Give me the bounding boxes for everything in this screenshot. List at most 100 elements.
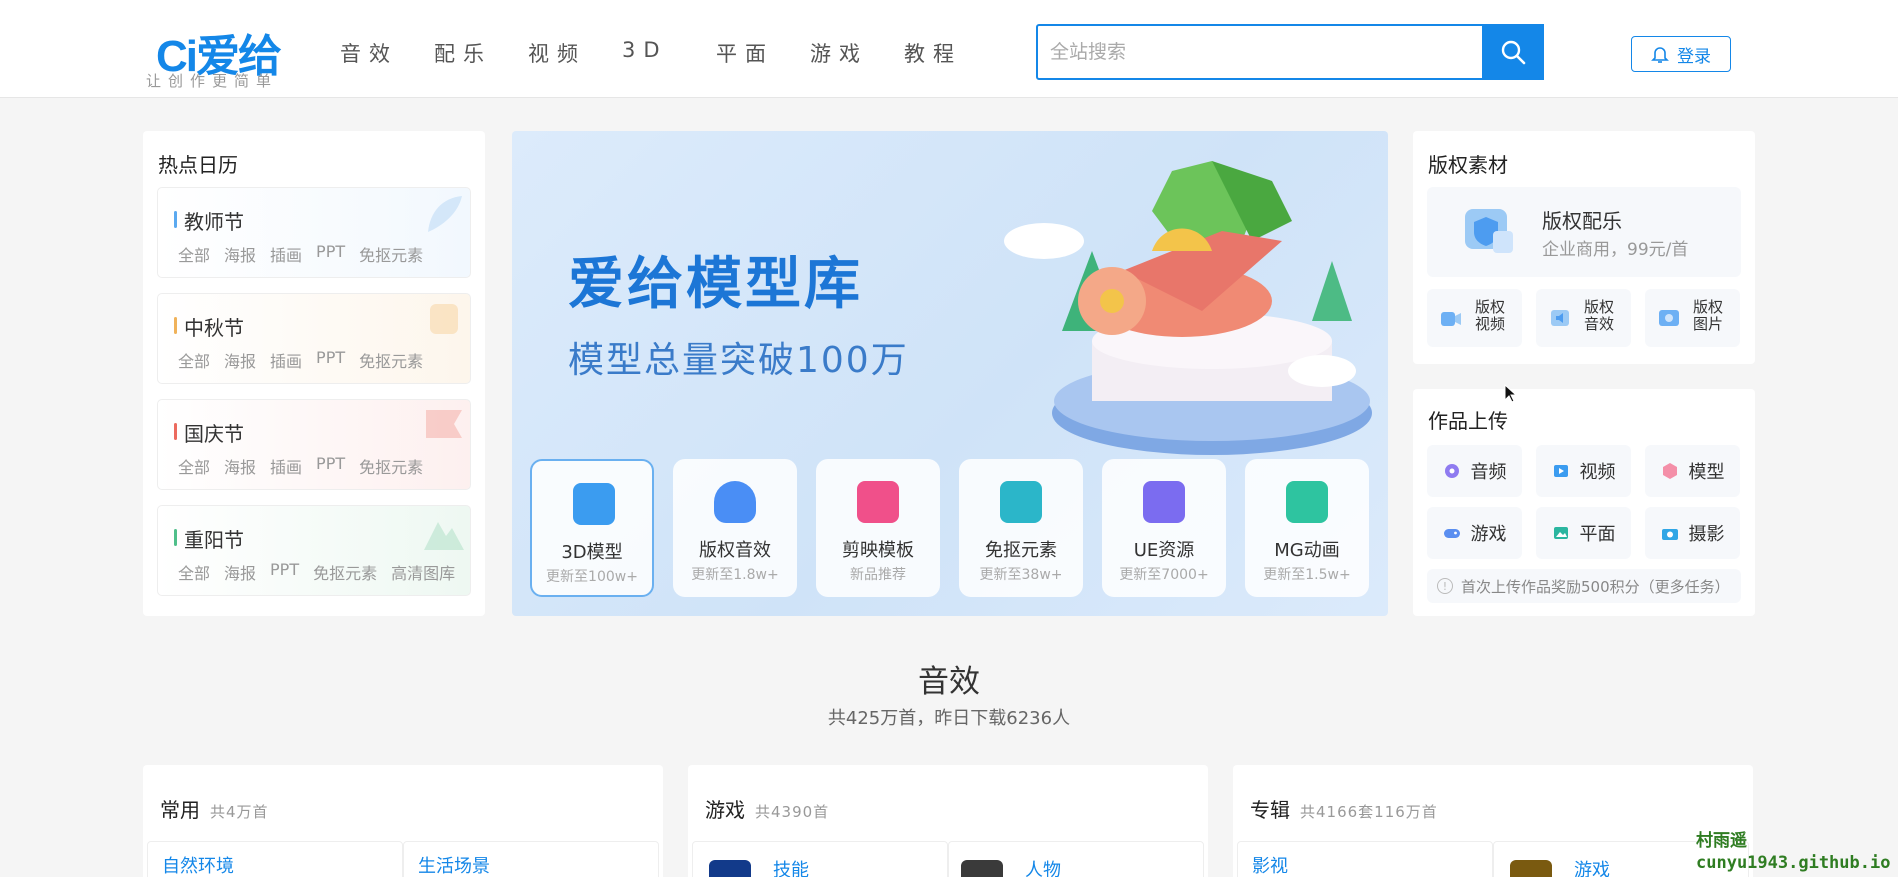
category-name: UE资源 <box>1133 540 1195 561</box>
tag-link[interactable]: 插画 <box>270 242 302 266</box>
upload-model-label: 模型 <box>1688 462 1725 483</box>
copyright-music-link[interactable]: 版权配乐 企业商用，99元/首 <box>1427 187 1741 277</box>
panel-header: 专辑 共4166套116万首 <box>1250 798 1438 822</box>
upload-graphic-button[interactable]: 平面 <box>1536 507 1631 559</box>
tag-link[interactable]: 全部 <box>178 560 210 584</box>
upload-model-button[interactable]: 模型 <box>1645 445 1740 497</box>
category-3d-model[interactable]: 3D模型 更新至100w+ <box>530 459 654 597</box>
logo-slogan: 让创作更简单 <box>146 72 279 90</box>
category-name: 免抠元素 <box>985 540 1057 561</box>
shield-music-icon <box>1465 209 1513 253</box>
camera-icon <box>1661 529 1678 540</box>
panel-header: 常用 共4万首 <box>160 798 269 822</box>
calendar-item-mid-autumn[interactable]: 中秋节 全部 海报 插画 PPT 免抠元素 <box>157 293 471 384</box>
tag-link[interactable]: 海报 <box>224 560 256 584</box>
gamepad-icon <box>1443 529 1460 538</box>
tag-link[interactable]: 免抠元素 <box>359 454 423 478</box>
search-icon <box>1501 40 1526 65</box>
calendar-item-national-day[interactable]: 国庆节 全部 海报 插画 PPT 免抠元素 <box>157 399 471 490</box>
upload-audio-button[interactable]: 音频 <box>1427 445 1522 497</box>
tag-link[interactable]: 高清图库 <box>391 560 455 584</box>
login-button[interactable]: 登录 <box>1631 36 1731 72</box>
play-screen-icon <box>1286 481 1328 523</box>
upload-reward-tip[interactable]: ! 首次上传作品奖励500积分（更多任务） <box>1427 569 1741 603</box>
copyright-music-price: 企业商用，99元/首 <box>1542 240 1689 260</box>
section-title: 音效 <box>918 664 980 700</box>
category-copyright-sound[interactable]: 版权音效 更新至1.8w+ <box>673 459 797 597</box>
nav-item-sound[interactable]: 音效 <box>340 38 434 68</box>
panel-album: 专辑 共4166套116万首 影视 游戏 <box>1233 765 1753 877</box>
category-sub: 更新至1.5w+ <box>1263 567 1351 583</box>
list-item[interactable]: 自然环境 <box>147 841 403 877</box>
mouse-cursor-icon <box>1504 384 1518 403</box>
calendar-item-name: 中秋节 <box>174 312 244 341</box>
tag-link[interactable]: PPT <box>316 348 345 372</box>
copyright-image-link[interactable]: 版权 图片 <box>1645 289 1740 347</box>
upload-video-button[interactable]: 视频 <box>1536 445 1631 497</box>
search-button[interactable] <box>1482 24 1544 80</box>
copyright-video-link[interactable]: 版权 视频 <box>1427 289 1522 347</box>
calendar-tags: 全部 海报 插画 PPT 免抠元素 <box>178 242 423 266</box>
search-input[interactable] <box>1038 26 1482 78</box>
category-sub: 更新至1.8w+ <box>691 567 779 583</box>
tag-link[interactable]: 全部 <box>178 454 210 478</box>
list-item[interactable]: 生活场景 <box>403 841 659 877</box>
tag-link[interactable]: 免抠元素 <box>313 560 377 584</box>
image-icon <box>1000 481 1042 523</box>
tag-link[interactable]: 全部 <box>178 348 210 372</box>
upload-tip-text: 首次上传作品奖励500积分（更多任务） <box>1461 577 1730 596</box>
upload-photo-button[interactable]: 摄影 <box>1645 507 1740 559</box>
category-cutout-elements[interactable]: 免抠元素 更新至38w+ <box>959 459 1083 597</box>
category-capcut-template[interactable]: 剪映模板 新品推荐 <box>816 459 940 597</box>
tag-link[interactable]: 海报 <box>224 454 256 478</box>
tag-link[interactable]: 插画 <box>270 348 302 372</box>
copyright-image-label: 版权 图片 <box>1693 298 1724 333</box>
tag-link[interactable]: PPT <box>270 560 299 584</box>
nav-item-tutorial[interactable]: 教程 <box>904 38 998 68</box>
tag-link[interactable]: 插画 <box>270 454 302 478</box>
category-ue-resources[interactable]: UE资源 更新至7000+ <box>1102 459 1226 597</box>
tag-link[interactable]: 免抠元素 <box>359 348 423 372</box>
calendar-tags: 全部 海报 插画 PPT 免抠元素 <box>178 454 423 478</box>
upload-photo-label: 摄影 <box>1688 524 1725 545</box>
speaker-shield-icon <box>714 481 756 523</box>
category-name: 版权音效 <box>699 540 771 561</box>
site-logo[interactable]: Ci爱给 让创作更简单 <box>146 18 296 92</box>
tag-link[interactable]: 全部 <box>178 242 210 266</box>
category-mg-animation[interactable]: MG动画 更新至1.5w+ <box>1245 459 1369 597</box>
login-label: 登录 <box>1677 46 1711 67</box>
category-sub: 新品推荐 <box>850 567 906 583</box>
copyright-card: 版权素材 版权配乐 企业商用，99元/首 版权 视频 版权 音效 版权 图片 <box>1413 131 1755 364</box>
hero-banner[interactable]: 爱给模型库 模型总量突破100万 3D模型 更新至100w+ 版权音效 更新至1… <box>512 131 1388 616</box>
video-icon <box>1441 312 1461 326</box>
hot-calendar-card: 热点日历 教师节 全部 海报 插画 PPT 免抠元素 中秋节 全部 海报 插画 … <box>143 131 485 616</box>
nav-item-game[interactable]: 游戏 <box>810 38 904 68</box>
list-item[interactable]: 影视 <box>1237 841 1493 877</box>
copyright-sound-link[interactable]: 版权 音效 <box>1536 289 1631 347</box>
list-item-label: 游戏 <box>1574 860 1610 877</box>
mountain-icon <box>424 522 464 550</box>
section-subtitle: 共425万首，昨日下载6236人 <box>827 708 1071 729</box>
calendar-item-name: 教师节 <box>174 206 244 235</box>
nav-item-graphic[interactable]: 平面 <box>716 38 810 68</box>
calendar-tags: 全部 海报 PPT 免抠元素 高清图库 <box>178 560 455 584</box>
upload-game-button[interactable]: 游戏 <box>1427 507 1522 559</box>
calendar-tags: 全部 海报 插画 PPT 免抠元素 <box>178 348 423 372</box>
tag-link[interactable]: PPT <box>316 454 345 478</box>
calendar-item-teachers-day[interactable]: 教师节 全部 海报 插画 PPT 免抠元素 <box>157 187 471 278</box>
list-item[interactable]: 技能 <box>692 841 948 877</box>
tag-link[interactable]: PPT <box>316 242 345 266</box>
flag-icon <box>426 410 462 438</box>
nav-item-video[interactable]: 视频 <box>528 38 622 68</box>
tag-link[interactable]: 海报 <box>224 348 256 372</box>
nav-item-3d[interactable]: 3D <box>622 38 716 68</box>
video-icon <box>1553 465 1568 477</box>
list-item-label: 人物 <box>1025 860 1061 877</box>
calendar-item-double-ninth[interactable]: 重阳节 全部 海报 PPT 免抠元素 高清图库 <box>157 505 471 596</box>
tag-link[interactable]: 免抠元素 <box>359 242 423 266</box>
cube-icon <box>573 483 615 525</box>
nav-item-music[interactable]: 配乐 <box>434 38 528 68</box>
tag-link[interactable]: 海报 <box>224 242 256 266</box>
list-item[interactable]: 人物 <box>948 841 1204 877</box>
folder-icon <box>1143 481 1185 523</box>
